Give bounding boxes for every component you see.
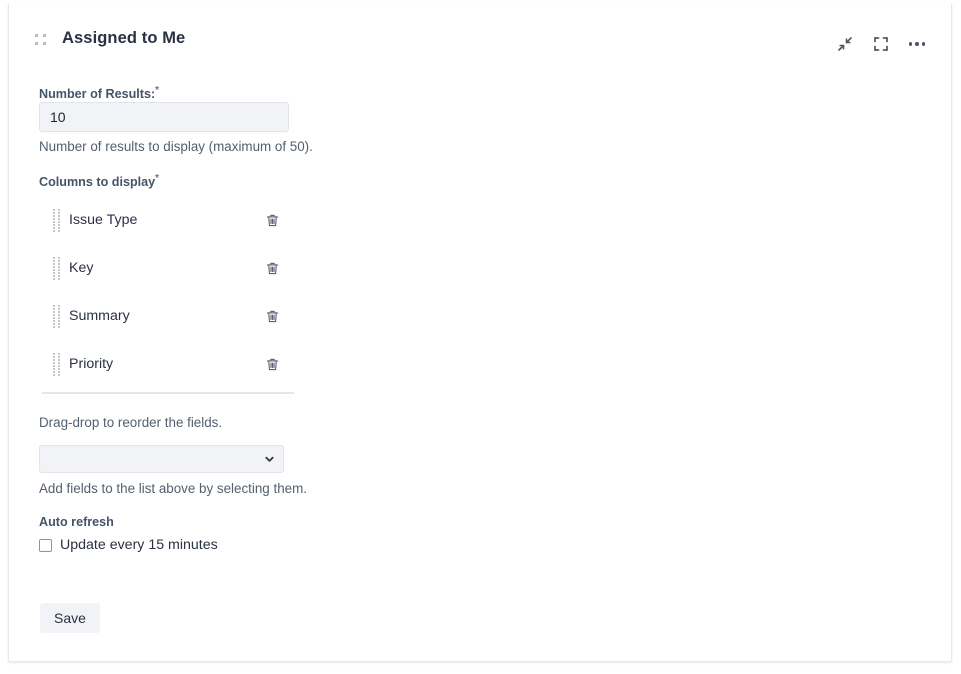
columns-to-display-label-text: Columns to display bbox=[39, 175, 156, 190]
drag-handle-icon[interactable] bbox=[34, 32, 48, 48]
list-item-label: Priority bbox=[69, 356, 114, 372]
add-field-select-wrap bbox=[39, 445, 284, 473]
list-item[interactable]: Issue Type bbox=[42, 196, 294, 244]
add-field-help: Add fields to the list above by selectin… bbox=[39, 481, 307, 496]
columns-to-display-label: Columns to display* bbox=[39, 173, 159, 189]
card-header: Assigned to Me bbox=[9, 10, 953, 68]
trash-icon[interactable] bbox=[261, 305, 283, 327]
fullscreen-icon[interactable] bbox=[869, 32, 893, 56]
auto-refresh-label: Auto refresh bbox=[39, 515, 114, 529]
number-of-results-input[interactable] bbox=[39, 102, 289, 132]
drag-handle-icon[interactable] bbox=[53, 209, 61, 232]
drag-handle-icon[interactable] bbox=[53, 305, 61, 328]
list-item-label: Key bbox=[69, 260, 94, 276]
save-button[interactable]: Save bbox=[40, 603, 100, 633]
trash-icon[interactable] bbox=[261, 353, 283, 375]
required-marker: * bbox=[155, 173, 160, 184]
list-item[interactable]: Summary bbox=[42, 292, 294, 340]
trash-icon[interactable] bbox=[261, 209, 283, 231]
list-item-label: Issue Type bbox=[69, 212, 138, 228]
widget-config-page: Assigned to Me Number of Results:* 10 Nu… bbox=[0, 0, 961, 674]
list-divider bbox=[42, 392, 294, 394]
drag-handle-icon[interactable] bbox=[53, 257, 61, 280]
number-of-results-label-text: Number of Results: bbox=[39, 87, 156, 102]
drag-handle-icon[interactable] bbox=[53, 353, 61, 376]
more-options-icon[interactable] bbox=[905, 32, 929, 56]
list-item[interactable]: Priority bbox=[42, 340, 294, 388]
auto-refresh-checkbox[interactable] bbox=[39, 538, 52, 552]
reorder-help: Drag-drop to reorder the fields. bbox=[39, 415, 223, 430]
number-of-results-label: Number of Results:* bbox=[39, 85, 159, 101]
add-field-select[interactable] bbox=[39, 445, 284, 473]
auto-refresh-checkbox-label[interactable]: Update every 15 minutes bbox=[60, 537, 218, 553]
auto-refresh-row[interactable]: Update every 15 minutes bbox=[39, 537, 218, 553]
page-title: Assigned to Me bbox=[62, 29, 186, 47]
list-item[interactable]: Key bbox=[42, 244, 294, 292]
chevron-down-icon bbox=[264, 454, 275, 465]
number-of-results-help: Number of results to display (maximum of… bbox=[39, 139, 313, 154]
trash-icon[interactable] bbox=[261, 257, 283, 279]
header-actions bbox=[833, 32, 929, 56]
collapse-icon[interactable] bbox=[833, 32, 857, 56]
required-marker: * bbox=[155, 85, 160, 96]
assigned-to-me-card: Assigned to Me Number of Results:* 10 Nu… bbox=[8, 4, 952, 662]
list-item-label: Summary bbox=[69, 308, 130, 324]
